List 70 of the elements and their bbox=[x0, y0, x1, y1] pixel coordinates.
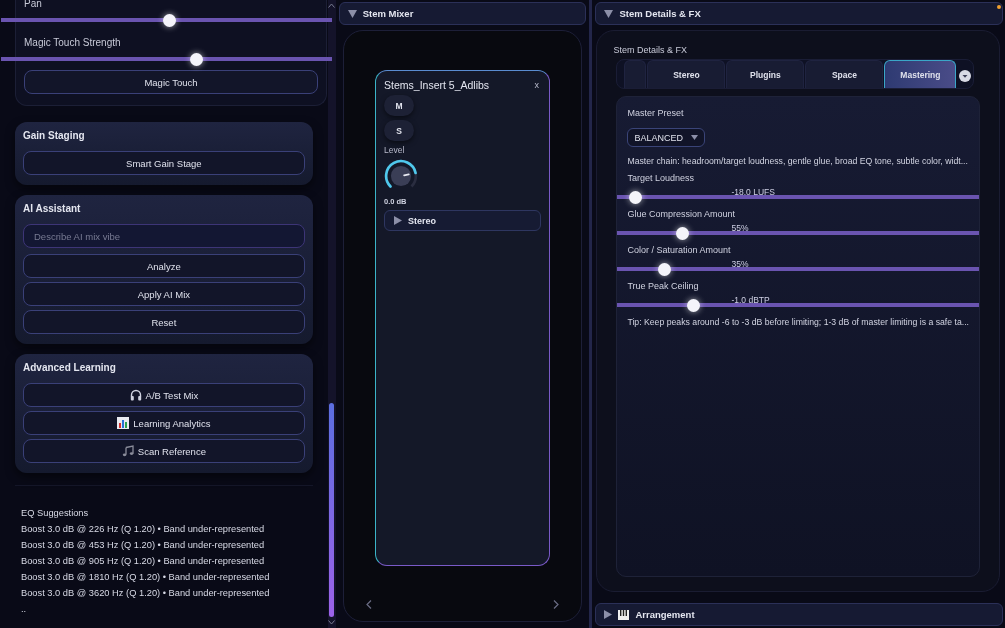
input-field[interactable]: Describe AI mix vibe bbox=[23, 224, 305, 248]
scrollbar-thumb[interactable] bbox=[328, 403, 334, 617]
notification-dot bbox=[997, 5, 1001, 9]
slider-label: True Peak Ceiling bbox=[626, 281, 700, 291]
action-button[interactable]: Apply AI Mix bbox=[23, 282, 305, 306]
slider-label: Pan bbox=[23, 0, 43, 11]
solo-button[interactable]: S bbox=[384, 120, 415, 141]
headphones-icon bbox=[129, 389, 142, 401]
tab[interactable]: Space bbox=[805, 60, 884, 88]
chevron-right-icon[interactable] bbox=[553, 600, 560, 609]
field-label: Master Preset bbox=[626, 108, 685, 118]
section-label: Stereo bbox=[408, 215, 437, 226]
bar-chart-icon bbox=[117, 417, 130, 429]
slider-label: Glue Compression Amount bbox=[626, 209, 736, 219]
slider-thumb[interactable] bbox=[163, 13, 177, 27]
slider-label: Magic Touch Strength bbox=[23, 36, 122, 50]
mute-button[interactable]: M bbox=[384, 95, 415, 116]
card-title: AI Assistant bbox=[23, 203, 82, 216]
panel-title: Stem Details & FX bbox=[619, 8, 701, 19]
scrollbar[interactable] bbox=[327, 0, 336, 628]
suggestion-text: .. bbox=[21, 603, 28, 616]
action-button[interactable]: Smart Gain Stage bbox=[23, 151, 305, 175]
piano-keys-icon bbox=[618, 609, 630, 620]
close-button[interactable]: x bbox=[532, 80, 542, 90]
action-button[interactable]: Analyze bbox=[23, 254, 305, 278]
tip-text: Tip: Keep peaks around -6 to -3 dB before limiting; 1-3 dB of master limiting is a safe ta... bbox=[626, 317, 970, 327]
scroll-down-icon bbox=[328, 620, 336, 625]
tab[interactable]: Plugins bbox=[726, 60, 805, 88]
section-title: EQ Suggestions bbox=[21, 507, 90, 520]
slider-thumb[interactable] bbox=[686, 298, 700, 312]
tab[interactable]: Mastering bbox=[884, 60, 957, 88]
suggestion-text: Boost 3.0 dB @ 905 Hz (Q 1.20) • Band under-represented bbox=[21, 555, 266, 568]
suggestion-text: Boost 3.0 dB @ 1810 Hz (Q 1.20) • Band under-represented bbox=[21, 571, 271, 584]
panel-header[interactable]: Arrangement bbox=[595, 603, 1003, 626]
suggestion-text: Boost 3.0 dB @ 3620 Hz (Q 1.20) • Band under-represented bbox=[21, 587, 271, 600]
card-title: Advanced Learning bbox=[23, 362, 117, 375]
channel-name: Stems_Insert 5_Adlibs bbox=[384, 79, 490, 91]
slider-thumb[interactable] bbox=[629, 190, 642, 204]
slider-thumb[interactable] bbox=[657, 262, 671, 276]
scroll-up-icon bbox=[328, 3, 336, 8]
slider-thumb[interactable] bbox=[676, 226, 689, 240]
panel-title: Arrangement bbox=[635, 609, 695, 620]
action-button[interactable]: Reset bbox=[23, 310, 305, 334]
panel-header[interactable]: Stem Details & FX bbox=[595, 2, 1003, 25]
slider-value: -18.0 LUFS bbox=[731, 187, 775, 197]
description-text: Master chain: headroom/target loudness, gentle glue, broad EQ tone, subtle color, widt... bbox=[626, 156, 969, 166]
music-note-icon bbox=[121, 445, 134, 457]
action-button[interactable]: A/B Test Mix bbox=[23, 383, 305, 407]
slider-value: -1.0 dBTP bbox=[731, 295, 770, 305]
slider-label: Color / Saturation Amount bbox=[626, 245, 732, 255]
suggestion-text: Boost 3.0 dB @ 226 Hz (Q 1.20) • Band under-represented bbox=[21, 523, 266, 536]
card-title: Gain Staging bbox=[23, 130, 86, 143]
action-button[interactable]: Scan Reference bbox=[23, 439, 305, 463]
stereo-section-header[interactable]: Stereo bbox=[384, 210, 542, 231]
preset-dropdown[interactable]: BALANCED bbox=[627, 128, 706, 147]
magic-touch-button[interactable]: Magic Touch bbox=[24, 70, 318, 94]
suggestion-text: Boost 3.0 dB @ 453 Hz (Q 1.20) • Band under-represented bbox=[21, 539, 266, 552]
caret-icon bbox=[691, 135, 699, 140]
action-button[interactable]: Learning Analytics bbox=[23, 411, 305, 435]
dropdown-icon bbox=[959, 70, 971, 82]
tab[interactable]: Stereo bbox=[647, 60, 726, 88]
panel-header[interactable]: Stem Mixer bbox=[338, 2, 587, 25]
slider-label: Target Loudness bbox=[626, 173, 695, 183]
section-title: Stem Details & FX bbox=[613, 45, 688, 55]
slider-value: 35% bbox=[731, 259, 749, 269]
panel-title: Stem Mixer bbox=[362, 8, 414, 19]
slider-value: 55% bbox=[731, 223, 749, 233]
chevron-left-icon[interactable] bbox=[365, 600, 372, 609]
slider-thumb[interactable] bbox=[189, 52, 203, 66]
level-label: Level bbox=[384, 145, 405, 155]
